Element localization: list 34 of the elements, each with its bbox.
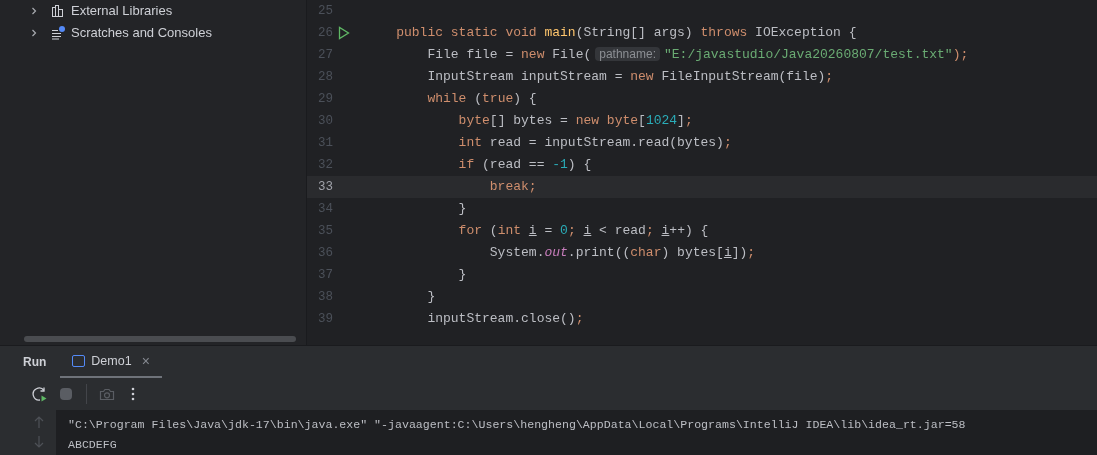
code-line: } (457, 266, 467, 285)
tree-item[interactable]: External Libraries (71, 1, 173, 21)
horizontal-scrollbar[interactable] (24, 336, 296, 342)
tab-label: Demo1 (91, 352, 132, 370)
library-icon (51, 4, 65, 18)
code-line: while (true) { (426, 90, 537, 109)
code-line: for (int i = 0; i < read; i++) { (457, 222, 709, 241)
rerun-icon (32, 386, 48, 402)
console-line: ABCDEFG (68, 437, 118, 453)
scratches-icon (51, 26, 65, 40)
code-line: public static void main(String[] args) throws IOException { (395, 24, 857, 43)
code-line: File file = new File( pathname: "E:/javastudio/Java20260807/test.txt"); (426, 46, 969, 65)
code-line: System.out.print((char) bytes[i]); (488, 244, 756, 263)
camera-icon (99, 387, 115, 401)
more-icon (131, 387, 135, 401)
code-line: InputStream inputStream = new FileInputStream(file); (426, 68, 834, 87)
chevron-icon[interactable] (29, 28, 39, 38)
run-icon[interactable] (338, 26, 350, 40)
code-line: } (426, 288, 436, 307)
close-button[interactable]: × (141, 354, 150, 368)
console-window-icon (72, 355, 86, 367)
chevron-icon[interactable] (29, 6, 39, 16)
code-line: byte[] bytes = new byte[1024]; (457, 112, 693, 131)
line-number: 33 (317, 178, 333, 196)
code-line: break; (488, 178, 537, 197)
console-line: "C:\Program Files\Java\jdk-17\bin\java.exe" "-javaagent:C:\Users\hengheng\AppData\Local\Programs\IntelliJ IDEA\lib\idea_rt.jar=58 (68, 417, 967, 433)
run-tab[interactable]: Demo1 × (60, 346, 162, 378)
code-line: int read = inputStream.read(bytes); (457, 134, 732, 153)
panel-title: Run (23, 354, 47, 371)
code-line: if (read == -1) { (457, 156, 592, 175)
tree-item[interactable]: Scratches and Consoles (71, 23, 212, 43)
code-line: } (457, 200, 467, 219)
code-line: inputStream.close(); (426, 310, 584, 329)
stop-icon (60, 388, 72, 400)
